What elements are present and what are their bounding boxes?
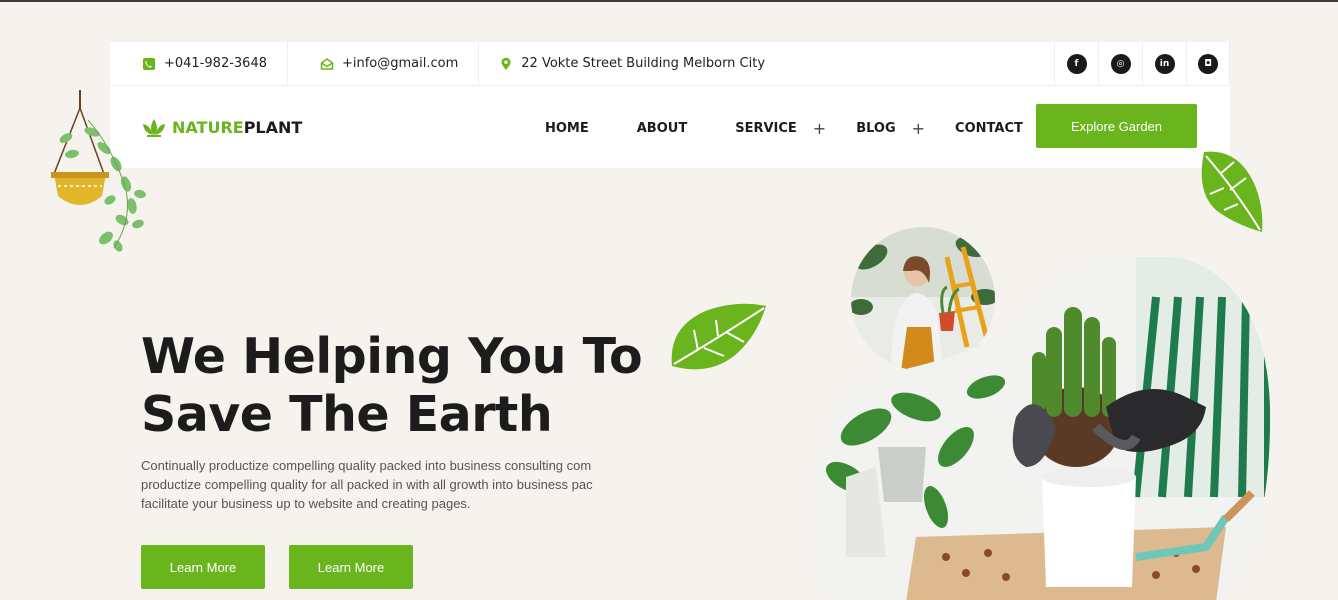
social-links: f ◎ in ◘ — [1054, 42, 1230, 85]
brand-name-part2: PLANT — [243, 117, 303, 137]
linkedin-link[interactable]: in — [1142, 42, 1186, 85]
address-contact: 22 Vokte Street Building Melborn City — [479, 42, 785, 85]
nav-contact[interactable]: CONTACT — [955, 121, 1023, 136]
nav-service-label: SERVICE — [735, 121, 797, 136]
map-pin-icon — [499, 57, 513, 71]
phone-text: +041-982-3648 — [164, 56, 267, 71]
hero-title: We Helping You To Save The Earth — [141, 328, 701, 444]
main-navbar: NATURE PLANT HOME ABOUT SERVICE + BLOG + CO… — [110, 86, 1230, 168]
hero-text-line2: productize compelling quality for all pa… — [141, 477, 593, 492]
envelope-icon — [320, 57, 334, 71]
hero-description: Continually productize compelling qualit… — [141, 456, 661, 513]
hero-text-line1: Continually productize compelling qualit… — [141, 458, 592, 473]
cactus-repotting-photo — [811, 257, 1271, 600]
learn-more-button-2[interactable]: Learn More — [289, 545, 413, 589]
brand-logo[interactable]: NATURE PLANT — [142, 115, 302, 139]
instagram-icon: ◘ — [1198, 53, 1218, 74]
leaf-decoration-icon — [1201, 151, 1263, 232]
nav-blog[interactable]: BLOG + — [856, 119, 925, 138]
phone-icon — [142, 57, 156, 71]
nav-service[interactable]: SERVICE + — [735, 119, 826, 138]
phone-contact[interactable]: +041-982-3648 — [110, 42, 288, 85]
plus-icon: + — [812, 119, 827, 138]
explore-garden-button[interactable]: Explore Garden — [1036, 104, 1197, 148]
email-contact[interactable]: +info@gmail.com — [288, 42, 480, 85]
hanging-plant-illustration — [51, 90, 146, 252]
address-text: 22 Vokte Street Building Melborn City — [521, 56, 766, 71]
nav-home-label: HOME — [545, 121, 589, 136]
hero-title-line2: Save The Earth — [141, 386, 553, 443]
facebook-icon: f — [1066, 53, 1087, 74]
linkedin-icon: in — [1154, 53, 1175, 74]
nav-home[interactable]: HOME — [545, 121, 589, 136]
dribbble-icon: ◎ — [1110, 53, 1131, 74]
nav-blog-label: BLOG — [856, 121, 896, 136]
nav-about-label: ABOUT — [636, 121, 688, 136]
email-text: +info@gmail.com — [341, 56, 459, 71]
hero-text-line3: facilitate your business up to website a… — [141, 496, 471, 511]
nav-menu: HOME ABOUT SERVICE + BLOG + CONTACT — [545, 119, 1071, 138]
brand-name-part1: NATURE — [172, 117, 244, 137]
learn-more-button-1[interactable]: Learn More — [141, 545, 265, 589]
nav-contact-label: CONTACT — [955, 121, 1023, 136]
instagram-link[interactable]: ◘ — [1186, 42, 1230, 85]
dribbble-link[interactable]: ◎ — [1098, 42, 1142, 85]
hero-title-line1: We Helping You To — [141, 328, 643, 385]
top-info-bar: +041-982-3648 +info@gmail.com 22 Vokte S… — [110, 42, 1230, 86]
facebook-link[interactable]: f — [1054, 42, 1098, 85]
nav-about[interactable]: ABOUT — [637, 121, 687, 136]
plus-icon: + — [911, 119, 926, 138]
